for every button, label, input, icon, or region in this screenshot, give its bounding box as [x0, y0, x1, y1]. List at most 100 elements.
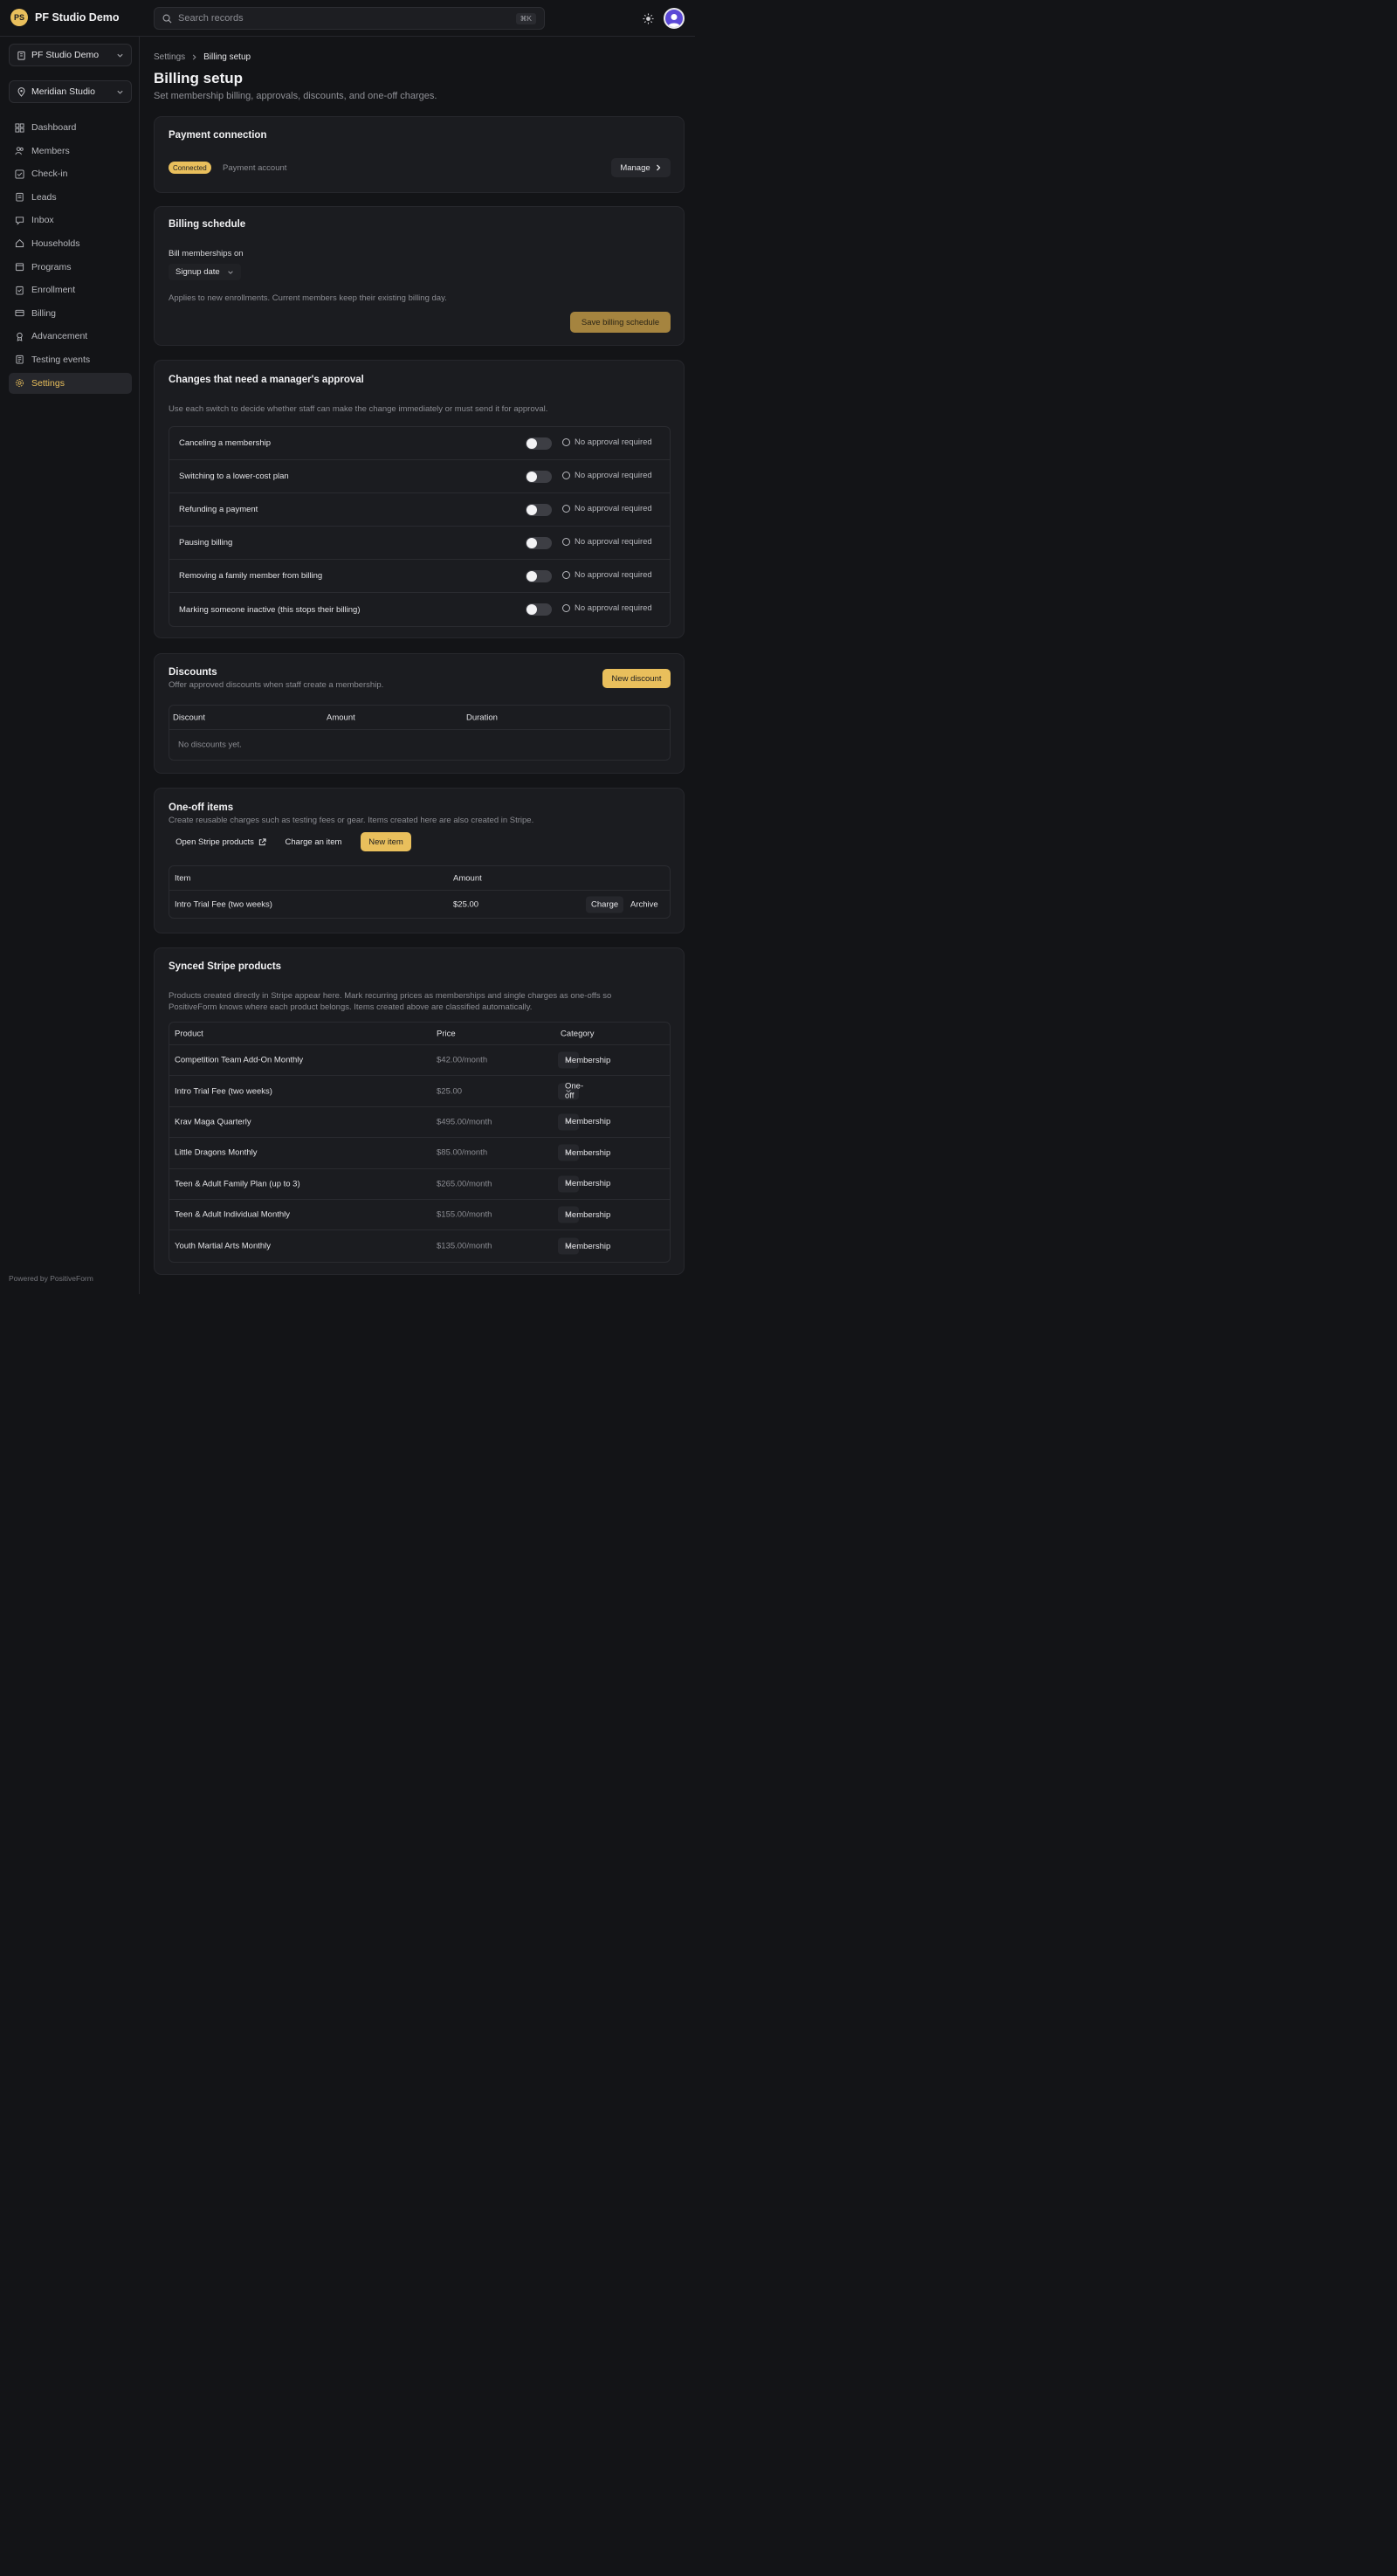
powered-by: Powered by PositiveForm — [9, 1274, 93, 1283]
save-billing-schedule-button[interactable]: Save billing schedule — [570, 312, 671, 333]
organization-name: PF Studio Demo — [31, 50, 100, 60]
approval-toggle[interactable] — [526, 504, 552, 516]
charge-button[interactable]: Charge — [586, 896, 624, 913]
manage-button[interactable]: Manage — [611, 158, 671, 177]
search-shortcut: ⌘K — [515, 12, 536, 24]
product-price: $135.00/month — [437, 1241, 492, 1251]
breadcrumb-current: Billing setup — [203, 52, 251, 62]
category-select[interactable]: Membership — [558, 1206, 610, 1223]
search-input[interactable]: Search records ⌘K — [154, 7, 545, 30]
page-title: Billing setup — [154, 70, 243, 86]
synced-stripe-products-card: Synced Stripe products Products created … — [154, 947, 685, 1275]
page-subtitle: Set membership billing, approvals, disco… — [154, 91, 437, 101]
billing-schedule-card: Billing schedule Bill memberships on Sig… — [154, 206, 685, 346]
sidebar-item-settings[interactable]: Settings — [9, 372, 132, 394]
sidebar-item-members[interactable]: Members — [9, 141, 132, 162]
approval-status: No approval required — [562, 537, 652, 547]
enrollment-icon — [16, 286, 24, 295]
new-item-button[interactable]: New item — [361, 832, 411, 851]
approval-toggle[interactable] — [526, 537, 552, 549]
sidebar-item-label: Advancement — [31, 331, 88, 342]
sidebar-item-advancement[interactable]: Advancement — [9, 326, 132, 347]
approval-row: Canceling a membership No approval requi… — [169, 427, 670, 460]
archive-button[interactable]: Archive — [625, 896, 664, 913]
sidebar-item-label: Settings — [31, 377, 65, 389]
category-select[interactable]: Membership — [558, 1175, 610, 1193]
approval-label: Refunding a payment — [179, 505, 258, 514]
sidebar-item-programs[interactable]: Programs — [9, 257, 132, 278]
category-select[interactable]: One-off — [558, 1082, 583, 1101]
card-title: Billing schedule — [169, 219, 246, 230]
discounts-description: Offer approved discounts when staff crea… — [169, 680, 384, 690]
sidebar-item-check-in[interactable]: Check-in — [9, 163, 132, 184]
category-value: Membership — [565, 1117, 611, 1127]
open-stripe-products-button[interactable]: Open Stripe products — [169, 832, 273, 851]
chevron-down-icon — [116, 88, 124, 96]
synced-description-line-2: PositiveForm knows where each product be… — [169, 1002, 533, 1012]
charge-an-item-button[interactable]: Charge an item — [279, 832, 348, 851]
building-icon — [17, 51, 25, 60]
leads-icon — [16, 193, 24, 202]
approval-toggle[interactable] — [526, 570, 552, 582]
members-icon — [15, 147, 24, 155]
bill-memberships-label: Bill memberships on — [169, 249, 244, 258]
approval-label: Switching to a lower-cost plan — [179, 472, 289, 481]
table-header: Item Amount — [169, 866, 670, 891]
column-header: Discount — [173, 713, 205, 722]
sidebar-item-billing[interactable]: Billing — [9, 303, 132, 324]
new-discount-button[interactable]: New discount — [602, 669, 671, 688]
map-pin-icon — [17, 86, 25, 97]
item-amount: $25.00 — [453, 899, 479, 909]
billing-day-select[interactable]: Signup date — [169, 264, 241, 280]
user-avatar[interactable] — [664, 8, 685, 29]
search-placeholder: Search records — [178, 13, 244, 24]
brand-logo: PS — [10, 9, 28, 26]
theme-toggle-sun-icon[interactable] — [641, 11, 655, 25]
category-select[interactable]: Membership — [558, 1113, 610, 1131]
organization-selector[interactable]: PF Studio Demo — [9, 44, 132, 66]
sidebar-item-dashboard[interactable]: Dashboard — [9, 117, 132, 138]
table-row: Youth Martial Arts Monthly $135.00/month… — [169, 1230, 670, 1261]
empty-row: No discounts yet. — [169, 730, 670, 760]
product-name: Teen & Adult Family Plan (up to 3) — [175, 1179, 300, 1189]
approval-toggle[interactable] — [526, 603, 552, 616]
category-select[interactable]: Membership — [558, 1144, 610, 1161]
approval-toggle[interactable] — [526, 437, 552, 450]
sidebar-item-label: Leads — [31, 191, 57, 203]
approval-row: Removing a family member from billing No… — [169, 560, 670, 593]
avatar-person-icon — [668, 14, 680, 27]
category-value: Membership — [565, 1147, 611, 1158]
sidebar-item-label: Dashboard — [31, 122, 77, 133]
category-value: Membership — [565, 1209, 611, 1220]
sidebar-item-inbox[interactable]: Inbox — [9, 210, 132, 231]
sidebar-item-label: Programs — [31, 261, 72, 272]
breadcrumb-settings-link[interactable]: Settings — [154, 52, 185, 62]
category-select[interactable]: Membership — [558, 1051, 610, 1069]
top-bar: PS PF Studio Demo Search records ⌘K — [0, 0, 695, 37]
circle-icon — [562, 438, 570, 446]
sidebar-item-enrollment[interactable]: Enrollment — [9, 279, 132, 300]
brand[interactable]: PS PF Studio Demo — [10, 9, 120, 26]
category-select[interactable]: Membership — [558, 1237, 610, 1255]
column-header: Item — [175, 873, 191, 883]
advancement-icon — [17, 332, 23, 341]
circle-icon — [562, 505, 570, 513]
sidebar-item-label: Members — [31, 145, 70, 156]
category-value: Membership — [565, 1241, 611, 1251]
column-header: Product — [175, 1029, 203, 1038]
approval-label: Marking someone inactive (this stops the… — [179, 604, 361, 615]
approval-label: Pausing billing — [179, 538, 233, 548]
one-off-items-card: One-off items Create reusable charges su… — [154, 788, 685, 933]
sidebar-item-households[interactable]: Households — [9, 233, 132, 254]
approvals-card: Changes that need a manager's approval U… — [154, 360, 685, 638]
product-price: $25.00 — [437, 1086, 463, 1097]
sidebar-item-testing-events[interactable]: Testing events — [9, 349, 132, 370]
category-value: Membership — [565, 1055, 611, 1065]
approval-toggle[interactable] — [526, 471, 552, 483]
chevron-down-icon — [227, 270, 233, 274]
chevron-down-icon — [116, 52, 124, 59]
sidebar-item-leads[interactable]: Leads — [9, 187, 132, 208]
column-header: Amount — [453, 873, 482, 883]
product-price: $85.00/month — [437, 1147, 488, 1158]
location-selector[interactable]: Meridian Studio — [9, 80, 132, 103]
